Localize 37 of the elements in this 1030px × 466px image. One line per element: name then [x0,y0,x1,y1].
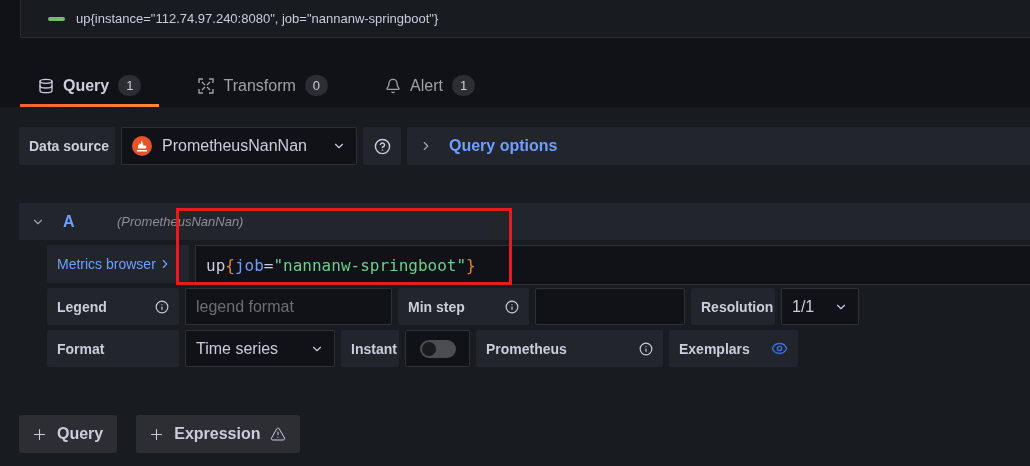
query-ref-name: A [63,212,76,231]
data-source-label: Data source [19,127,115,165]
min-step-label: Min step [398,288,529,325]
format-label: Format [47,330,179,367]
query-code-field[interactable]: up{job="nannanw-springboot"} [195,245,1030,285]
eye-icon[interactable] [771,340,788,357]
flame-logo-icon [132,136,152,156]
resolution-label: Resolution [691,288,775,325]
format-select[interactable]: Time series [185,330,335,367]
instant-label: Instant [341,330,399,367]
count-badge: 1 [451,75,476,96]
legend-format-field[interactable]: legend format [185,288,392,325]
query-options-button[interactable]: Query options [407,127,1030,165]
prometheus-label: Prometheus [476,330,663,367]
data-source-select[interactable]: PrometheusNanNan [121,127,357,165]
instant-toggle[interactable] [419,339,456,358]
info-icon[interactable] [155,299,169,314]
legend-label[interactable]: up{instance="112.74.97.240:8080", job="nannanw-springboot"} [76,11,439,26]
count-badge: 0 [304,75,329,96]
bell-icon [385,77,402,94]
info-icon[interactable] [639,341,653,356]
tab[interactable]: Query 1 [20,67,160,107]
metrics-browser-button[interactable]: Metrics browser [47,245,189,283]
tab[interactable]: Transform 0 [180,67,347,107]
add-button[interactable]: Expression [136,415,300,453]
resolution-select[interactable]: 1/1 [781,288,859,325]
help-icon [373,137,391,155]
exemplars-label: Exemplars [669,330,798,367]
arrows-icon [198,77,215,94]
tab[interactable]: Alert 1 [367,67,494,107]
database-icon [38,77,54,94]
info-icon[interactable] [505,299,519,314]
add-button[interactable]: Query [19,415,118,453]
help-button[interactable] [363,127,401,165]
count-badge: 1 [118,75,142,96]
min-step-field[interactable] [535,288,685,325]
legend-label: Legend [47,288,179,325]
